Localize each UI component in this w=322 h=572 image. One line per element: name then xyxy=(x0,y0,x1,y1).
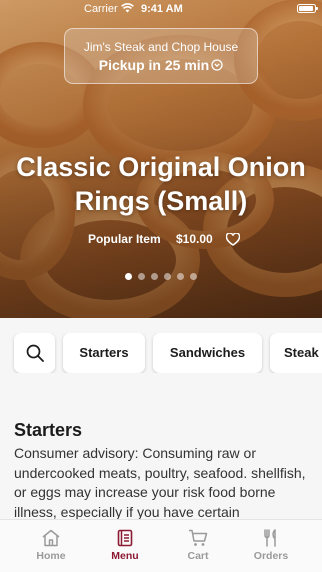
category-bar[interactable]: Starters Sandwiches Steak xyxy=(0,333,322,373)
tab-label: Cart xyxy=(187,550,209,562)
heart-icon[interactable] xyxy=(226,233,241,246)
carousel-dot[interactable] xyxy=(164,273,171,280)
menu-icon xyxy=(117,529,133,547)
tab-home[interactable]: Home xyxy=(11,520,91,572)
section-title: Starters xyxy=(14,420,83,440)
carrier-label: Carrier xyxy=(84,3,118,15)
tab-orders[interactable]: Orders xyxy=(231,520,311,572)
pickup-label: Pickup in 25 min xyxy=(98,57,210,73)
chevron-down-icon xyxy=(211,59,223,71)
category-chip-starters[interactable]: Starters xyxy=(63,333,145,373)
store-name: Jim's Steak and Chop House xyxy=(83,40,239,54)
featured-item-title[interactable]: Classic Original Onion Rings (Small) xyxy=(0,150,322,218)
carousel-dot[interactable] xyxy=(125,273,132,280)
carousel-dot[interactable] xyxy=(138,273,145,280)
tab-label: Menu xyxy=(111,550,139,562)
search-button[interactable] xyxy=(14,333,55,373)
featured-item-meta: Popular Item $10.00 xyxy=(0,232,322,246)
tab-cart[interactable]: Cart xyxy=(158,520,238,572)
tab-bar: Home Menu Cart Orders xyxy=(0,519,322,572)
popular-badge: Popular Item xyxy=(87,232,161,246)
cart-icon xyxy=(189,529,208,546)
clock: 9:41 AM xyxy=(141,3,183,15)
wifi-icon xyxy=(121,3,134,13)
tab-label: Home xyxy=(36,550,66,562)
store-selector[interactable]: Jim's Steak and Chop House Pickup in 25 … xyxy=(64,28,258,84)
pickup-time: Pickup in 25 min xyxy=(65,57,257,73)
tab-label: Orders xyxy=(253,550,289,562)
featured-item-price: $10.00 xyxy=(175,232,213,246)
status-bar: Carrier 9:41 AM xyxy=(0,0,322,18)
carousel-dot[interactable] xyxy=(151,273,158,280)
category-chip-steak[interactable]: Steak xyxy=(270,333,322,373)
tab-menu[interactable]: Menu xyxy=(85,520,165,572)
home-icon xyxy=(42,529,60,547)
orders-icon xyxy=(264,529,276,547)
carousel-indicator[interactable] xyxy=(0,267,322,285)
consumer-advisory: Consumer advisory: Consuming raw or unde… xyxy=(14,445,306,519)
battery-icon xyxy=(297,4,318,13)
search-icon xyxy=(26,344,44,362)
carousel-dot[interactable] xyxy=(190,273,197,280)
category-chip-sandwiches[interactable]: Sandwiches xyxy=(153,333,262,373)
carousel-dot[interactable] xyxy=(177,273,184,280)
